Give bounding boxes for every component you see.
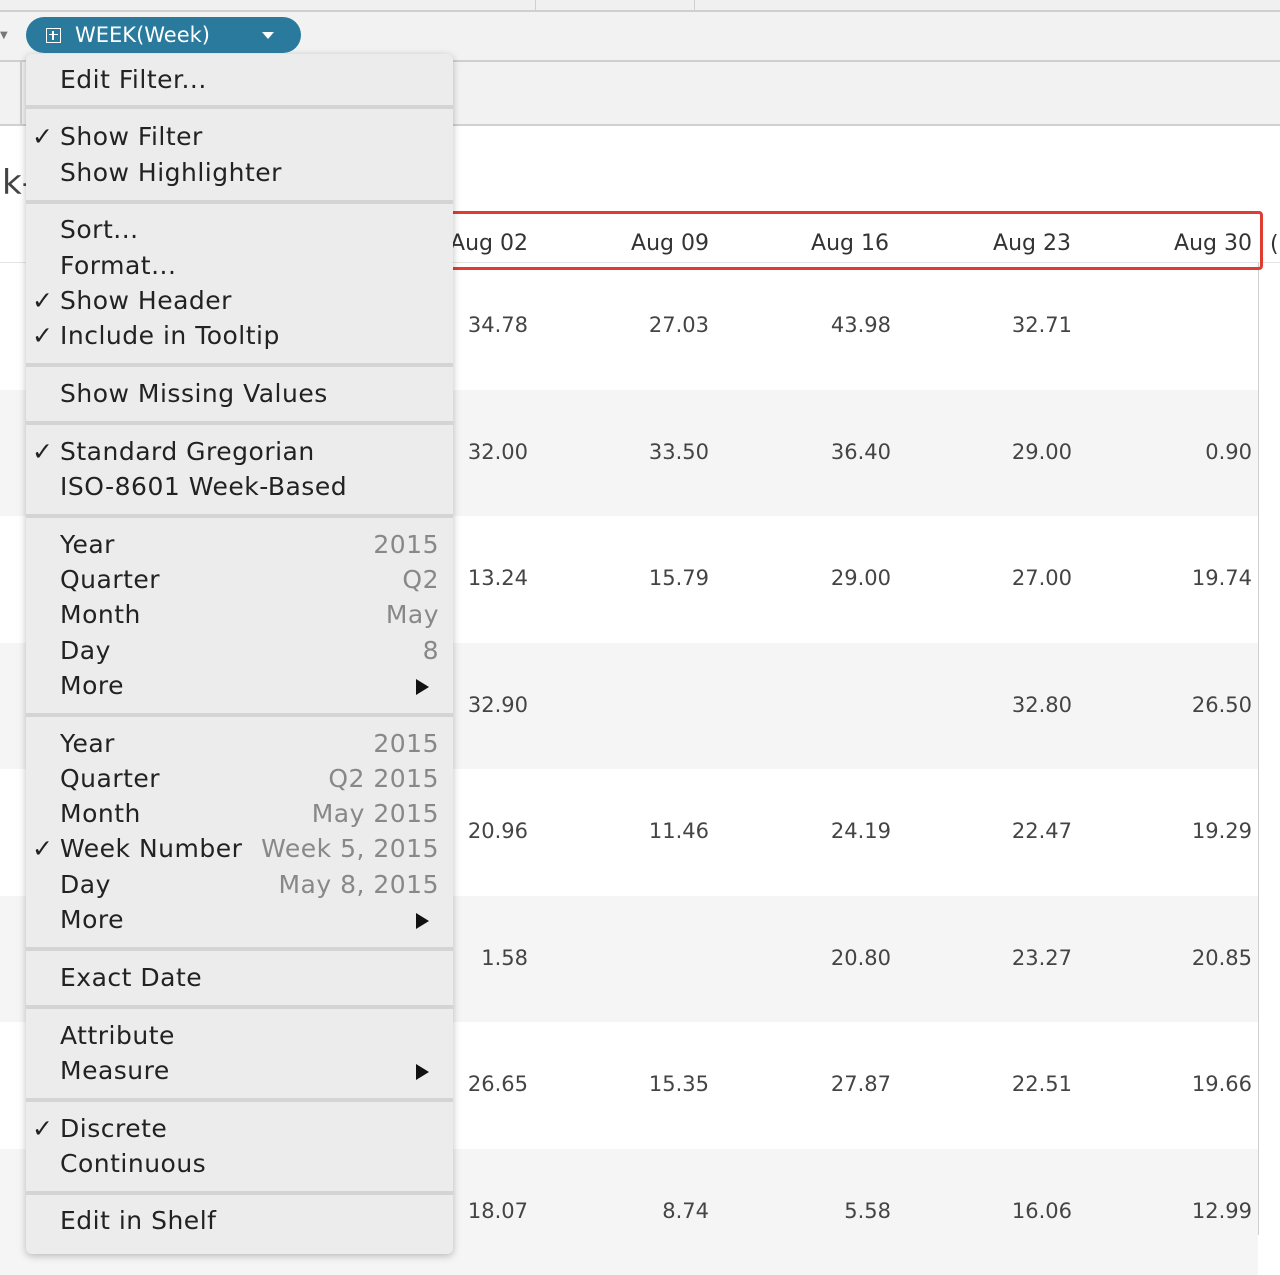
table-cell[interactable]: 43.98 [771, 313, 891, 337]
table-cell[interactable]: 27.03 [589, 313, 709, 337]
table-cell[interactable]: 29.00 [952, 440, 1072, 464]
table-cell[interactable]: 24.19 [771, 819, 891, 843]
table-cell[interactable]: 15.35 [589, 1072, 709, 1096]
table-cell[interactable]: 22.47 [952, 819, 1072, 843]
table-cell[interactable]: 5.58 [771, 1199, 891, 1223]
table-cell[interactable]: 11.46 [589, 819, 709, 843]
check-icon: ✓ [32, 321, 53, 350]
submenu-arrow-icon [416, 1064, 429, 1080]
table-cell[interactable]: 19.66 [1132, 1072, 1252, 1096]
table-cell[interactable]: 26.50 [1132, 693, 1252, 717]
menu-separator [26, 1191, 453, 1195]
menu-item-month-part[interactable]: Month May [26, 598, 453, 632]
menu-item-quarter-value[interactable]: Quarter Q2 2015 [26, 762, 453, 796]
menu-item-standard-gregorian[interactable]: ✓ Standard Gregorian [26, 435, 453, 469]
submenu-arrow-icon [416, 913, 429, 929]
table-cell[interactable]: 8.74 [589, 1199, 709, 1223]
menu-item-format[interactable]: Format... [26, 249, 453, 283]
menu-item-continuous[interactable]: Continuous [26, 1147, 453, 1181]
table-cell[interactable]: 0.90 [1132, 440, 1252, 464]
menu-item-exact-date[interactable]: Exact Date [26, 961, 453, 995]
table-cell[interactable]: 27.00 [952, 566, 1072, 590]
menu-item-quarter-part[interactable]: Quarter Q2 [26, 563, 453, 597]
check-icon: ✓ [32, 286, 53, 315]
table-cell[interactable]: 27.87 [771, 1072, 891, 1096]
check-icon: ✓ [32, 122, 53, 151]
menu-item-month-value[interactable]: Month May 2015 [26, 797, 453, 831]
menu-item-edit-in-shelf[interactable]: Edit in Shelf [26, 1204, 453, 1238]
table-right-border [1258, 263, 1259, 1235]
menu-item-sort[interactable]: Sort... [26, 213, 453, 247]
table-cell[interactable]: 23.27 [952, 946, 1072, 970]
check-icon: ✓ [32, 834, 53, 863]
menu-item-week-number[interactable]: ✓ Week Number Week 5, 2015 [26, 832, 453, 866]
check-icon: ✓ [32, 1114, 53, 1143]
table-cell[interactable]: 32.71 [952, 313, 1072, 337]
menu-separator [26, 1098, 453, 1102]
menu-item-show-header[interactable]: ✓ Show Header [26, 284, 453, 318]
menu-item-year-value[interactable]: Year 2015 [26, 727, 453, 761]
pill-label: WEEK(Week) [75, 23, 210, 47]
menu-item-more-parts[interactable]: More [26, 669, 453, 703]
menu-item-discrete[interactable]: ✓ Discrete [26, 1112, 453, 1146]
menu-separator [26, 363, 453, 367]
table-cell[interactable]: 22.51 [952, 1072, 1072, 1096]
field-context-menu: Edit Filter... ✓ Show Filter Show Highli… [26, 54, 453, 1254]
shelf-strip [0, 0, 1280, 12]
menu-separator [26, 713, 453, 717]
menu-item-include-in-tooltip[interactable]: ✓ Include in Tooltip [26, 319, 453, 353]
menu-item-day-part[interactable]: Day 8 [26, 634, 453, 668]
menu-item-year-part[interactable]: Year 2015 [26, 528, 453, 562]
menu-separator [26, 105, 453, 109]
table-cell[interactable]: 29.00 [771, 566, 891, 590]
menu-item-edit-filter[interactable]: Edit Filter... [26, 63, 453, 97]
chevron-down-icon[interactable] [262, 32, 274, 39]
menu-separator [26, 514, 453, 518]
table-cell[interactable]: 15.79 [589, 566, 709, 590]
menu-item-show-highlighter[interactable]: Show Highlighter [26, 156, 453, 190]
shelf-divider [535, 0, 536, 10]
plus-box-icon[interactable] [46, 27, 61, 43]
table-cell[interactable]: 33.50 [589, 440, 709, 464]
shelf-divider [694, 0, 695, 10]
shelf-label-cell [0, 62, 22, 124]
menu-separator [26, 421, 453, 425]
table-cell[interactable]: 19.29 [1132, 819, 1252, 843]
table-cell[interactable]: 19.74 [1132, 566, 1252, 590]
table-cell[interactable]: 20.80 [771, 946, 891, 970]
menu-item-iso-week-based[interactable]: ISO-8601 Week-Based [26, 470, 453, 504]
check-icon: ✓ [32, 437, 53, 466]
menu-separator [26, 947, 453, 951]
menu-item-more-values[interactable]: More [26, 903, 453, 937]
submenu-arrow-icon [416, 679, 429, 695]
table-cell[interactable]: 20.85 [1132, 946, 1252, 970]
menu-separator [26, 1005, 453, 1009]
header-highlight-box [447, 211, 1263, 270]
menu-item-show-missing-values[interactable]: Show Missing Values [26, 377, 453, 411]
table-cell[interactable]: 16.06 [952, 1199, 1072, 1223]
table-cell[interactable]: 32.80 [952, 693, 1072, 717]
menu-item-measure[interactable]: Measure [26, 1054, 453, 1088]
menu-separator [26, 200, 453, 204]
caret-down-icon[interactable]: ▼ [0, 30, 8, 41]
week-filter-pill[interactable]: WEEK(Week) [26, 17, 301, 53]
clipped-header-fragment: ( [1270, 232, 1279, 257]
table-cell[interactable]: 36.40 [771, 440, 891, 464]
menu-item-day-value[interactable]: Day May 8, 2015 [26, 868, 453, 902]
menu-item-attribute[interactable]: Attribute [26, 1019, 453, 1053]
table-cell[interactable]: 12.99 [1132, 1199, 1252, 1223]
menu-item-show-filter[interactable]: ✓ Show Filter [26, 120, 453, 154]
